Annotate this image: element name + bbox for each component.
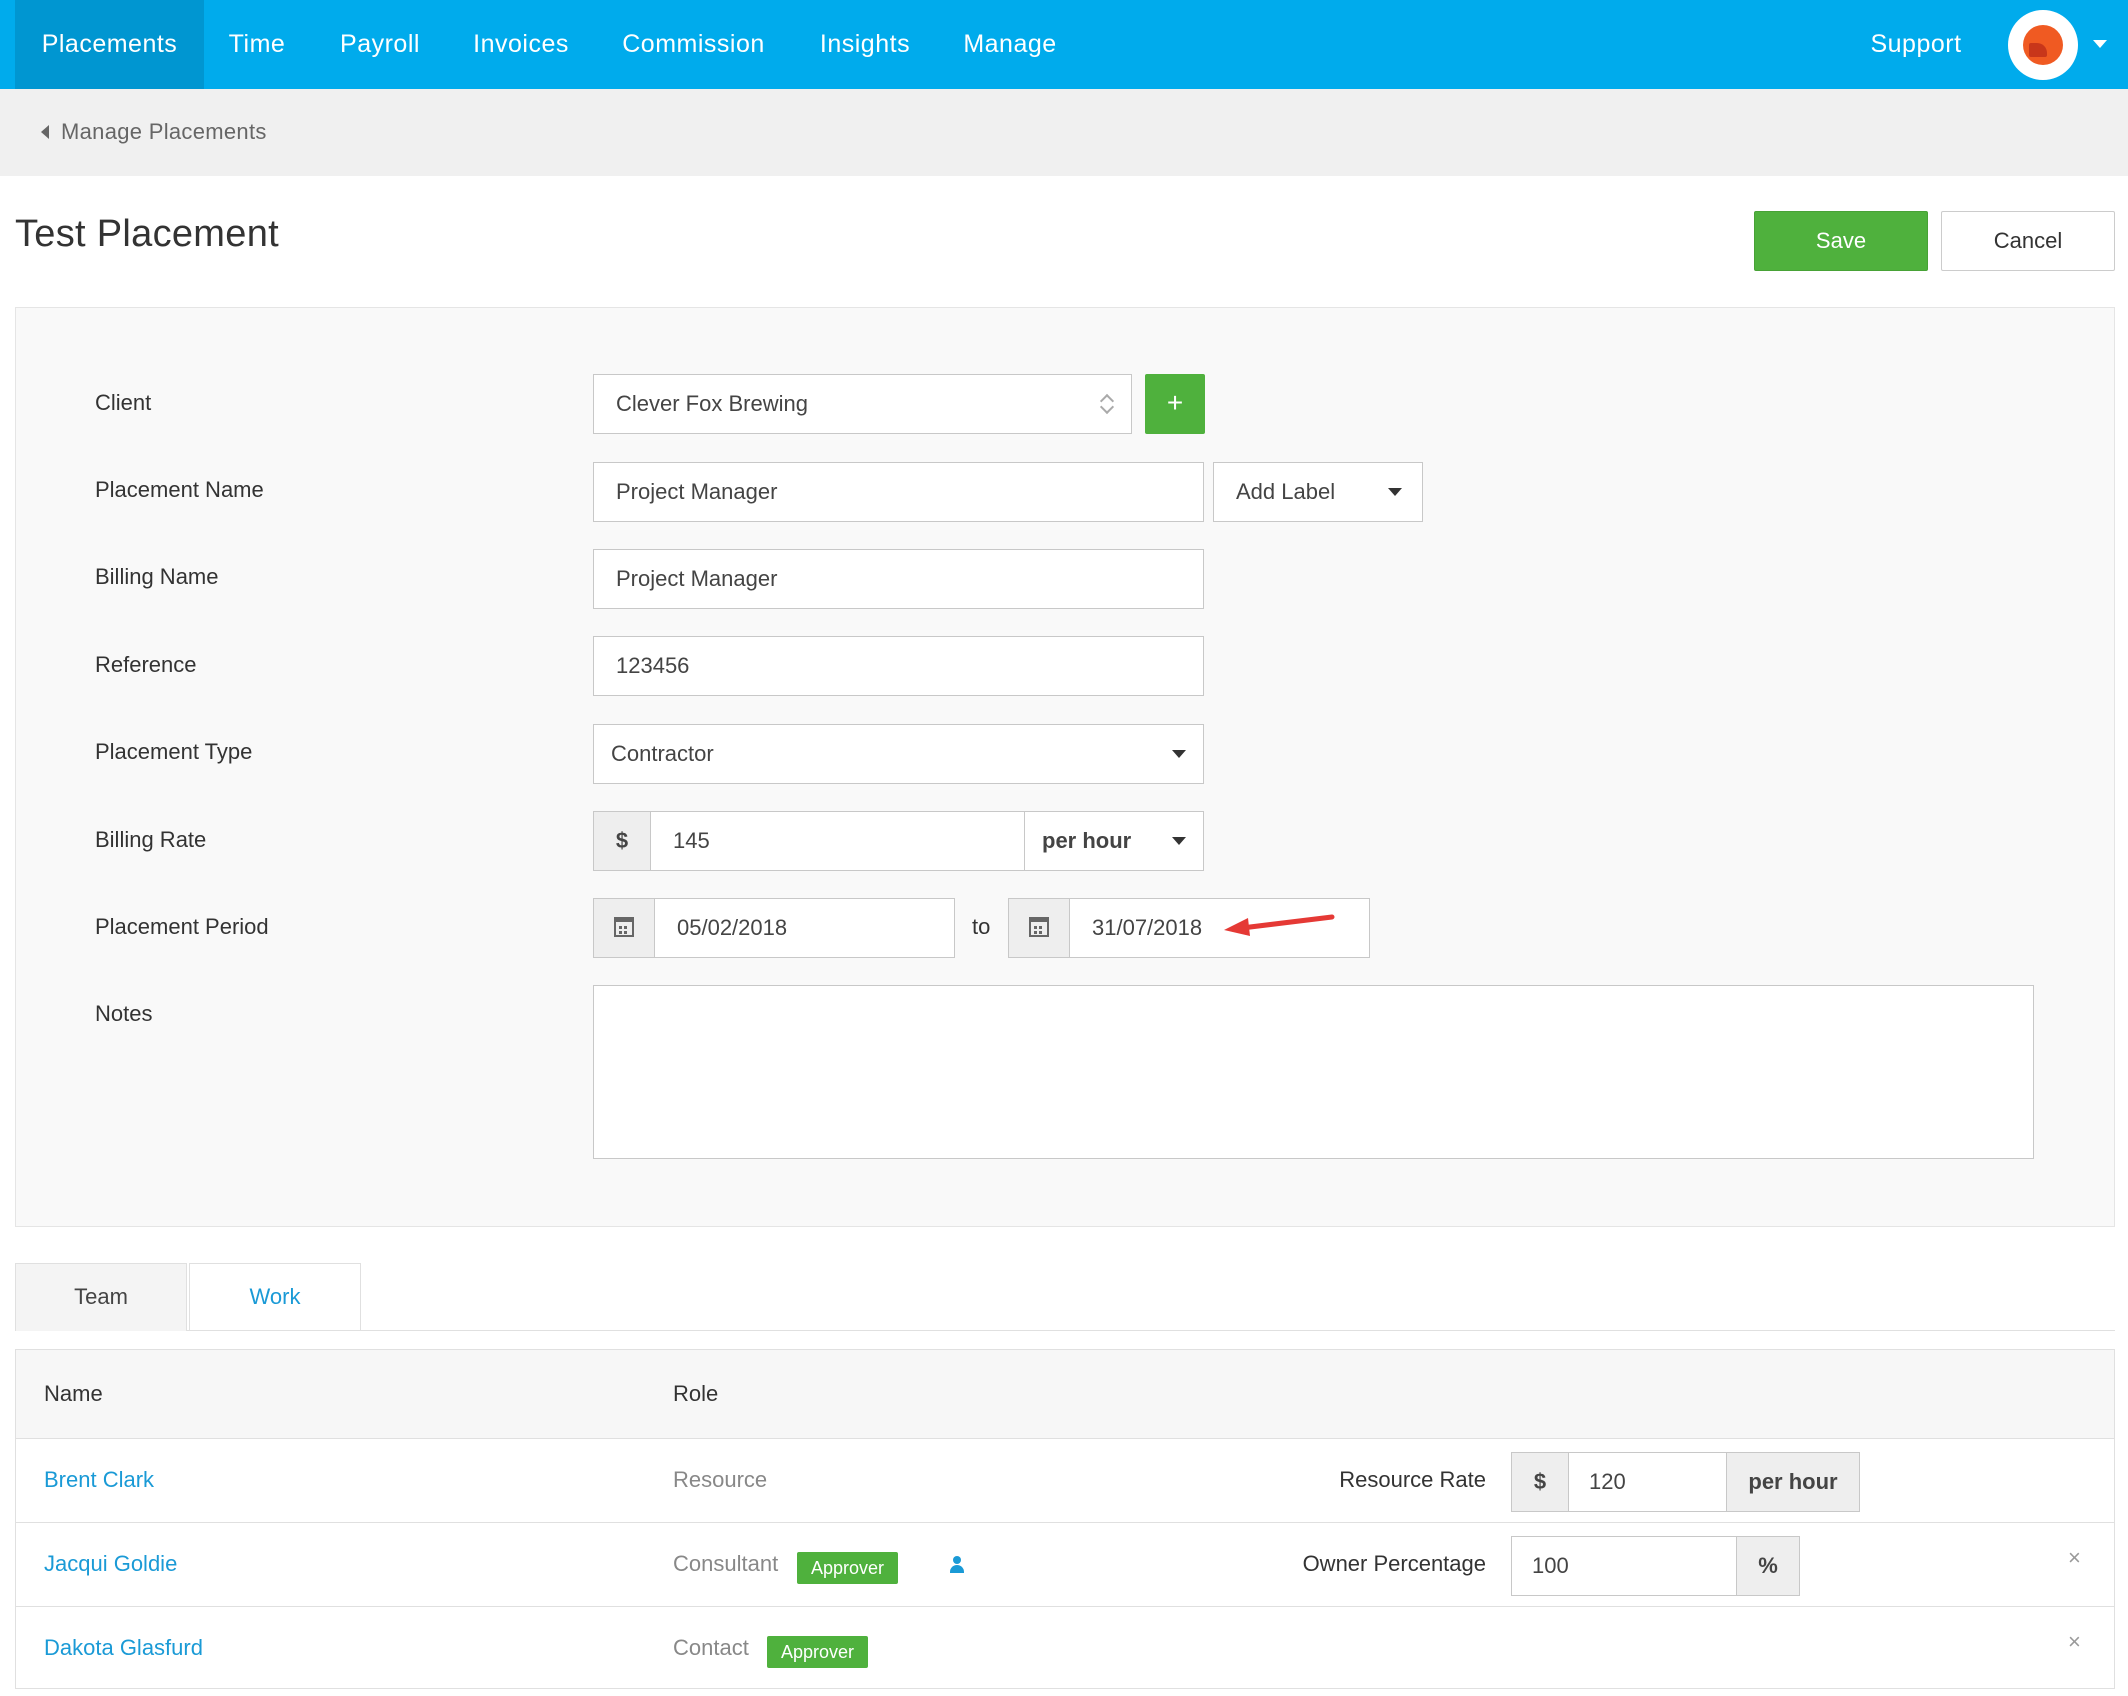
chevron-left-icon[interactable] [41,125,49,139]
chevron-down-icon[interactable] [2093,40,2107,48]
caret-down-icon [1172,750,1186,758]
page-title: Test Placement [15,213,279,255]
reference-input[interactable]: 123456 [593,636,1204,696]
billing-rate-input[interactable]: 145 [650,811,1025,871]
team-member-link[interactable]: Dakota Glasfurd [44,1635,203,1661]
annotation-arrow-icon [1224,914,1335,936]
table-row: Brent Clark Resource Resource Rate $ 120… [16,1439,2114,1523]
table-row: Jacqui Goldie Consultant Approver Owner … [16,1523,2114,1607]
table-row: Dakota Glasfurd Contact Approver × [16,1607,2114,1691]
calendar-icon [614,917,634,937]
currency-addon: $ [1511,1452,1569,1512]
nav-insights[interactable]: Insights [803,0,927,89]
team-member-link[interactable]: Brent Clark [44,1467,154,1493]
calendar-icon [1029,917,1049,937]
team-table: Name Role Brent Clark Resource Resource … [15,1349,2115,1689]
percent-addon: % [1736,1536,1800,1596]
cancel-button[interactable]: Cancel [1941,211,2115,271]
breadcrumb: Manage Placements [0,89,2128,176]
currency-addon: $ [593,811,651,871]
team-member-link[interactable]: Jacqui Goldie [44,1551,177,1577]
rate-unit-dropdown[interactable]: per hour [1024,811,1204,871]
column-header-role: Role [673,1381,719,1406]
team-member-role: Resource [673,1467,768,1492]
end-date-calendar-button[interactable] [1008,898,1070,958]
placement-type-select[interactable]: Contractor [593,724,1204,784]
resource-rate-label: Resource Rate [1339,1467,1486,1492]
nav-manage[interactable]: Manage [953,0,1067,89]
reference-label: Reference [95,652,197,677]
date-range-separator: to [972,914,991,939]
client-select-value: Clever Fox Brewing [616,391,808,416]
team-member-role: Contact [673,1635,749,1660]
add-label-dropdown[interactable]: Add Label [1213,462,1423,522]
select-arrows-icon [1100,391,1114,417]
resource-rate-input[interactable]: 120 [1568,1452,1727,1512]
breadcrumb-back-link[interactable]: Manage Placements [61,119,267,145]
notes-textarea[interactable] [593,985,2034,1159]
start-date-calendar-button[interactable] [593,898,655,958]
remove-member-button[interactable]: × [2068,1629,2081,1655]
nav-placements[interactable]: Placements [15,0,204,89]
owner-percentage-label: Owner Percentage [1302,1551,1486,1576]
nav-support[interactable]: Support [1856,0,1976,89]
billing-name-label: Billing Name [95,564,219,589]
billing-rate-label: Billing Rate [95,827,207,852]
table-header: Name Role [16,1350,2114,1439]
approver-badge: Approver [767,1636,869,1668]
user-avatar[interactable] [2008,10,2078,80]
client-select[interactable]: Clever Fox Brewing [593,374,1132,434]
add-client-button[interactable]: + [1145,374,1205,434]
placement-name-label: Placement Name [95,477,264,502]
tab-divider [187,1330,2115,1331]
avatar-image [2023,25,2063,65]
billing-name-input[interactable]: Project Manager [593,549,1204,609]
tab-work[interactable]: Work [189,1263,361,1331]
nav-payroll[interactable]: Payroll [328,0,432,89]
add-label-text: Add Label [1236,479,1336,504]
nav-commission[interactable]: Commission [611,0,776,89]
tab-team[interactable]: Team [15,1263,187,1331]
remove-member-button[interactable]: × [2068,1545,2081,1571]
caret-down-icon [1172,837,1186,845]
column-header-name: Name [44,1381,103,1406]
rate-unit-addon: per hour [1726,1452,1860,1512]
top-navigation-bar: Placements Time Payroll Invoices Commiss… [0,0,2128,89]
start-date-input[interactable]: 05/02/2018 [654,898,955,958]
placement-type-label: Placement Type [95,739,253,764]
nav-invoices[interactable]: Invoices [459,0,583,89]
owner-percentage-input[interactable]: 100 [1511,1536,1737,1596]
placement-period-label: Placement Period [95,914,269,939]
approver-badge: Approver [797,1552,899,1584]
person-icon[interactable] [949,1556,965,1576]
notes-label: Notes [95,1001,153,1026]
nav-time[interactable]: Time [211,0,303,89]
save-button[interactable]: Save [1754,211,1928,271]
placement-type-value: Contractor [611,741,714,766]
caret-down-icon [1388,488,1402,496]
placement-name-input[interactable]: Project Manager [593,462,1204,522]
rate-unit-value: per hour [1042,828,1132,853]
team-member-role: Consultant [673,1551,779,1576]
client-label: Client [95,390,152,415]
